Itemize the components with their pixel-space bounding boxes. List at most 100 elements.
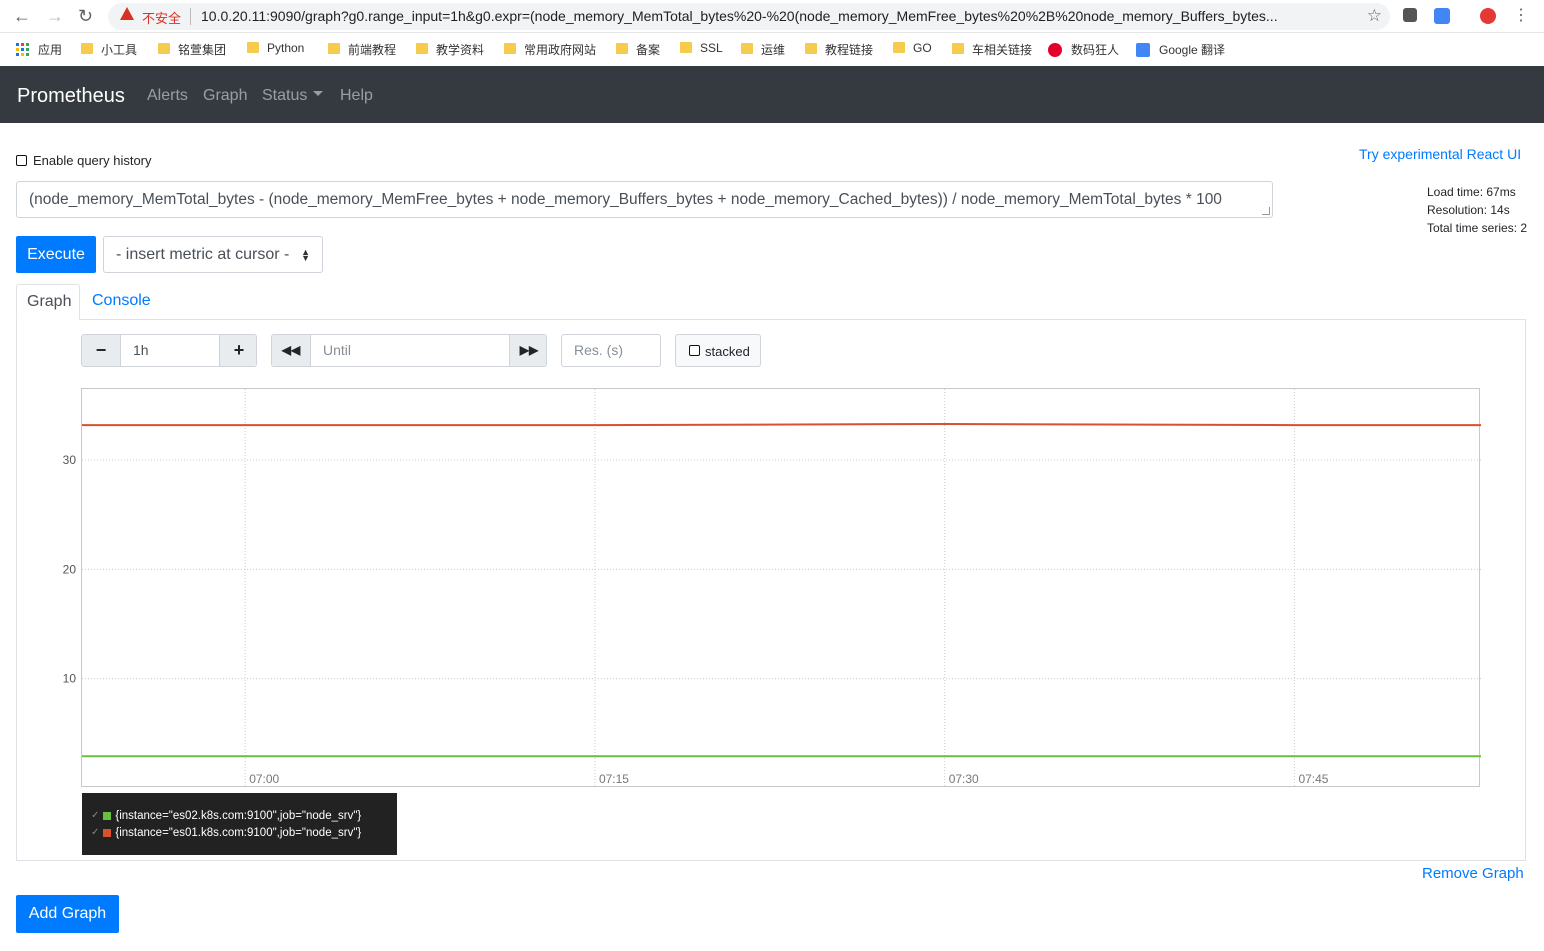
insert-metric-select[interactable]: - insert metric at cursor - ▲ ▼ [103, 236, 323, 273]
folder-icon [504, 43, 516, 54]
range-decrease-button[interactable]: − [82, 335, 120, 366]
bookmark-item[interactable]: 数码狂人 [1048, 41, 1119, 58]
forward-icon[interactable]: → [46, 6, 64, 26]
nav-graph[interactable]: Graph [203, 87, 247, 105]
load-time: Load time: 67ms [1427, 185, 1516, 199]
site-icon [1048, 42, 1062, 57]
bookmark-item[interactable]: 运维 [741, 41, 785, 58]
bookmark-star-icon[interactable]: ☆ [1367, 6, 1382, 26]
resize-grip-icon[interactable] [1262, 207, 1270, 215]
bookmark-label: 铭萱集团 [178, 43, 227, 57]
folder-icon [805, 43, 817, 54]
brand-link[interactable]: Prometheus [17, 85, 125, 108]
bookmark-apps[interactable]: 应用 [16, 41, 62, 58]
folder-icon [741, 43, 753, 54]
stacked-checkbox[interactable] [689, 345, 700, 356]
legend-item-es02[interactable]: ✓ {instance="es02.k8s.com:9100",job="node… [91, 807, 397, 824]
reload-icon[interactable]: ↻ [78, 6, 93, 26]
resolution-input[interactable]: Res. (s) [561, 334, 661, 367]
bookmark-item[interactable]: SSL [680, 41, 723, 55]
bookmark-item[interactable]: 备案 [616, 41, 660, 58]
insert-metric-label: - insert metric at cursor - [116, 246, 290, 263]
bookmark-label: 备案 [636, 43, 661, 57]
legend-label: {instance="es01.k8s.com:9100",job="node_… [115, 826, 362, 839]
translate-icon [1136, 42, 1150, 57]
react-ui-link[interactable]: Try experimental React UI [1359, 146, 1521, 162]
folder-icon [158, 43, 170, 54]
chart-svg: 10 20 30 07:00 07:15 07:30 07:45 [63, 389, 1481, 788]
range-input[interactable]: 1h [121, 335, 219, 366]
bookmark-item[interactable]: 车相关链接 [952, 41, 1032, 58]
warning-icon [120, 7, 134, 20]
bookmark-label: GO [913, 41, 932, 55]
profile-extension-icon[interactable] [1480, 8, 1496, 24]
enable-history-checkbox[interactable] [16, 155, 27, 166]
add-graph-button[interactable]: Add Graph [16, 895, 119, 933]
bookmark-item[interactable]: GO [893, 41, 932, 55]
bookmark-label: 车相关链接 [972, 43, 1033, 57]
remove-graph-link[interactable]: Remove Graph [1422, 865, 1524, 882]
bookmark-label: 应用 [38, 43, 63, 57]
stacked-toggle[interactable]: stacked [675, 334, 761, 367]
folder-icon [247, 41, 259, 53]
nav-status-label: Status [262, 87, 308, 104]
nav-alerts[interactable]: Alerts [147, 87, 188, 105]
until-input[interactable]: Until [311, 335, 509, 366]
bookmark-item[interactable]: 铭萱集团 [158, 41, 226, 58]
enable-history-label: Enable query history [33, 153, 152, 168]
menu-dots-icon[interactable]: ⋮ [1513, 6, 1529, 26]
bookmark-label: 小工具 [101, 43, 138, 57]
legend-item-es01[interactable]: ✓ {instance="es01.k8s.com:9100",job="node… [91, 824, 397, 841]
url-text[interactable]: 10.0.20.11:9090/graph?g0.range_input=1h&… [201, 8, 1356, 24]
apps-icon [16, 43, 29, 56]
nav-help[interactable]: Help [340, 87, 373, 105]
bookmark-item[interactable]: 常用政府网站 [504, 41, 596, 58]
bookmark-item[interactable]: Google 翻译 [1136, 41, 1225, 58]
query-stats: Load time: 67ms Resolution: 14s Total ti… [1427, 183, 1527, 237]
nav-status-dropdown[interactable]: Status [262, 87, 324, 105]
check-icon: ✓ [91, 810, 100, 821]
bookmark-item[interactable]: 教学资料 [416, 41, 484, 58]
address-bar[interactable]: 不安全 10.0.20.11:9090/graph?g0.range_input… [108, 3, 1390, 30]
tab-graph[interactable]: Graph [16, 284, 80, 320]
graph-chart[interactable]: 10 20 30 07:00 07:15 07:30 07:45 [63, 388, 1481, 788]
translate-extension-icon[interactable] [1434, 8, 1450, 24]
range-increase-button[interactable]: + [220, 335, 256, 366]
bookmark-item[interactable]: 前端教程 [328, 41, 396, 58]
top-navbar: Prometheus Alerts Graph Status Help [0, 66, 1544, 123]
fast-forward-icon[interactable]: ▶▶ [510, 335, 546, 366]
bookmark-item[interactable]: 教程链接 [805, 41, 873, 58]
legend-label: {instance="es02.k8s.com:9100",job="node_… [115, 809, 362, 822]
bookmark-item[interactable]: Python [247, 41, 304, 55]
bookmark-label: 数码狂人 [1071, 43, 1120, 57]
tab-console[interactable]: Console [92, 292, 151, 310]
bookmark-label: 常用政府网站 [524, 43, 597, 57]
back-icon[interactable]: ← [13, 6, 31, 26]
omnibox-divider [190, 8, 191, 25]
bookmark-label: Google 翻译 [1159, 43, 1226, 57]
chart-legend: ✓ {instance="es02.k8s.com:9100",job="node… [82, 793, 397, 855]
y-tick-label: 10 [63, 672, 77, 686]
folder-icon [416, 43, 428, 54]
resolution: Resolution: 14s [1427, 203, 1510, 217]
check-icon: ✓ [91, 827, 100, 838]
rewind-icon[interactable]: ◀◀ [272, 335, 310, 366]
expression-input[interactable]: (node_memory_MemTotal_bytes - (node_memo… [16, 181, 1273, 218]
bookmark-item[interactable]: 小工具 [81, 41, 137, 58]
series-line [82, 422, 1481, 427]
x-tick-label: 07:30 [949, 772, 979, 786]
folder-icon [81, 43, 93, 54]
execute-button[interactable]: Execute [16, 236, 96, 273]
x-tick-label: 07:45 [1298, 772, 1328, 786]
bookmark-label: 前端教程 [348, 43, 397, 57]
qr-extension-icon[interactable] [1403, 8, 1417, 22]
expression-text: (node_memory_MemTotal_bytes - (node_memo… [29, 191, 1222, 208]
x-tick-label: 07:15 [599, 772, 629, 786]
browser-toolbar: ← → ↻ 不安全 10.0.20.11:9090/graph?g0.range… [0, 0, 1544, 33]
range-control: − 1h + [81, 334, 257, 367]
stacked-label: stacked [705, 344, 750, 359]
bookmark-label: 教程链接 [825, 43, 874, 57]
folder-icon [328, 43, 340, 54]
end-time-control: ◀◀ Until ▶▶ [271, 334, 547, 367]
folder-icon [952, 43, 964, 54]
